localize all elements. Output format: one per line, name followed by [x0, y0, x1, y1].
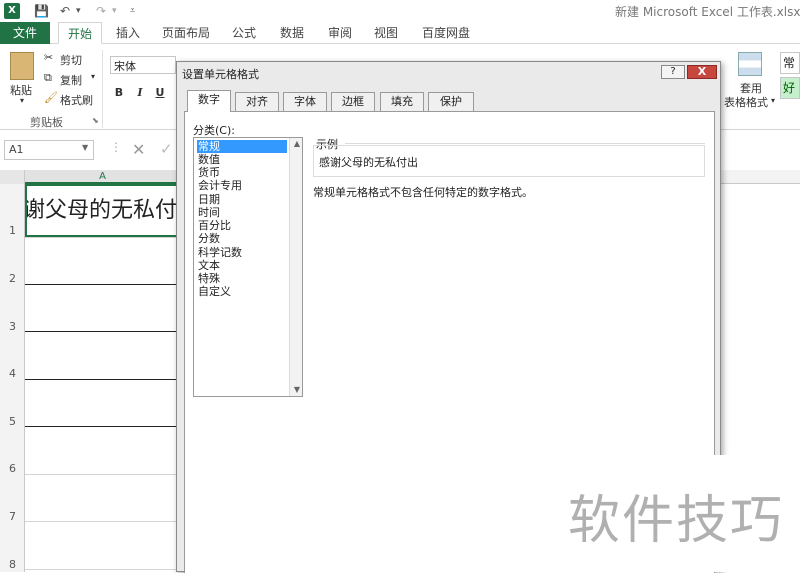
category-item-special[interactable]: 特殊	[197, 272, 287, 285]
category-item-time[interactable]: 时间	[197, 206, 287, 219]
window-title: 新建 Microsoft Excel 工作表.xlsx - E	[615, 5, 800, 19]
category-item-fraction[interactable]: 分数	[197, 232, 287, 245]
tab-home[interactable]: 开始	[58, 22, 102, 44]
bold-button[interactable]: B	[112, 86, 126, 100]
tab-formulas[interactable]: 公式	[224, 22, 264, 44]
tab-border[interactable]: 边框	[331, 92, 375, 111]
row-header-3[interactable]: 3	[0, 320, 25, 333]
redo-dropdown-icon[interactable]: ▾	[112, 3, 117, 19]
row-header-5[interactable]: 5	[0, 415, 25, 428]
excel-app-icon[interactable]: X	[4, 3, 20, 19]
style-good[interactable]: 好	[780, 77, 800, 99]
row-header-7[interactable]: 7	[0, 510, 25, 523]
row-divider	[25, 474, 185, 475]
copy-dropdown-icon[interactable]: ▾	[91, 72, 95, 81]
scroll-down-icon[interactable]: ▼	[294, 385, 300, 394]
cancel-entry-icon[interactable]: ✕	[132, 140, 145, 159]
row-divider	[25, 426, 185, 427]
row-divider	[25, 237, 185, 238]
category-item-accounting[interactable]: 会计专用	[197, 179, 287, 192]
scissors-icon: ✂	[44, 51, 54, 64]
tab-insert[interactable]: 插入	[108, 22, 148, 44]
category-label: 分类(C):	[193, 124, 235, 137]
category-item-text[interactable]: 文本	[197, 259, 287, 272]
tab-fill[interactable]: 填充	[380, 92, 424, 111]
formula-bar-grip-icon: ⋮	[110, 140, 122, 154]
copy-icon: ⧉	[44, 71, 52, 84]
close-button[interactable]: X	[687, 65, 717, 79]
tab-page-layout[interactable]: 页面布局	[156, 22, 216, 44]
row-header-2[interactable]: 2	[0, 272, 25, 285]
underline-button[interactable]: U	[153, 86, 167, 100]
row-divider	[25, 379, 185, 380]
redo-icon[interactable]: ↷	[96, 3, 106, 19]
column-header-a[interactable]: A	[25, 170, 180, 184]
format-description: 常规单元格格式不包含任何特定的数字格式。	[313, 186, 533, 199]
cell-a1-value: 感谢父母的无私付出	[25, 198, 178, 223]
table-format-label-2[interactable]: 表格格式	[724, 94, 768, 110]
row-header-column: 1 2 3 4 5 6 7 8	[0, 184, 25, 572]
customize-qat-icon[interactable]: ⩡	[130, 3, 135, 19]
tab-number[interactable]: 数字	[187, 90, 231, 112]
clipboard-launcher-icon[interactable]: ⬊	[92, 116, 99, 125]
row-divider	[25, 569, 185, 570]
font-name-box[interactable]: 宋体	[110, 56, 176, 74]
undo-dropdown-icon[interactable]: ▾	[76, 3, 81, 19]
tab-protection[interactable]: 保护	[428, 92, 474, 111]
name-box-dropdown-icon[interactable]: ▼	[82, 143, 88, 152]
undo-icon[interactable]: ↶	[60, 3, 70, 19]
format-painter-button[interactable]: 格式刷	[60, 92, 93, 108]
paintbrush-icon: 🖌	[44, 91, 58, 104]
ribbon-tab-bar: 文件 开始 插入 页面布局 公式 数据 审阅 视图 百度网盘	[0, 22, 800, 44]
italic-button[interactable]: I	[133, 86, 147, 100]
table-format-icon[interactable]	[738, 52, 762, 76]
tab-data[interactable]: 数据	[272, 22, 312, 44]
group-divider	[102, 50, 103, 128]
tab-alignment[interactable]: 对齐	[235, 92, 279, 111]
clipboard-group-label: 剪贴板	[30, 116, 63, 129]
cell-a1[interactable]: 感谢父母的无私付出	[25, 184, 180, 237]
style-normal[interactable]: 常	[780, 52, 800, 74]
sample-group-line	[345, 143, 705, 144]
category-scrollbar[interactable]: ▲ ▼	[289, 138, 302, 396]
tab-file[interactable]: 文件	[0, 22, 50, 44]
copy-button[interactable]: 复制	[60, 72, 82, 88]
paste-dropdown-icon[interactable]: ▾	[20, 96, 24, 105]
row-header-8[interactable]: 8	[0, 558, 25, 571]
cut-button[interactable]: 剪切	[60, 52, 82, 68]
category-item-custom[interactable]: 自定义	[197, 285, 287, 298]
sample-preview: 感谢父母的无私付出	[313, 145, 705, 177]
select-all-corner[interactable]	[0, 170, 25, 184]
tab-font[interactable]: 字体	[283, 92, 327, 111]
name-box[interactable]: A1	[4, 140, 94, 160]
row-header-4[interactable]: 4	[0, 367, 25, 380]
category-list[interactable]: 常规 数值 货币 会计专用 日期 时间 百分比 分数 科学记数 文本 特殊 自定…	[193, 137, 303, 397]
row-header-1[interactable]: 1	[0, 224, 25, 237]
confirm-entry-icon[interactable]: ✓	[160, 140, 173, 158]
scroll-up-icon[interactable]: ▲	[294, 139, 300, 148]
save-icon[interactable]: 💾	[34, 3, 49, 19]
category-item-date[interactable]: 日期	[197, 193, 287, 206]
row-divider	[25, 284, 185, 285]
category-item-percentage[interactable]: 百分比	[197, 219, 287, 232]
tab-baidu-netdisk[interactable]: 百度网盘	[418, 22, 474, 44]
dialog-title: 设置单元格格式	[182, 68, 259, 81]
category-item-currency[interactable]: 货币	[197, 166, 287, 179]
category-item-number[interactable]: 数值	[197, 153, 287, 166]
row-header-6[interactable]: 6	[0, 462, 25, 475]
paste-icon[interactable]	[10, 52, 34, 80]
watermark-text: 软件技巧	[568, 491, 785, 551]
help-button[interactable]: ?	[661, 65, 685, 79]
row-divider	[25, 331, 185, 332]
row-divider	[25, 521, 185, 522]
table-format-dropdown-icon[interactable]: ▾	[771, 96, 775, 105]
tab-view[interactable]: 视图	[366, 22, 406, 44]
category-item-general[interactable]: 常规	[197, 140, 287, 153]
category-item-scientific[interactable]: 科学记数	[197, 246, 287, 259]
tab-review[interactable]: 审阅	[320, 22, 360, 44]
